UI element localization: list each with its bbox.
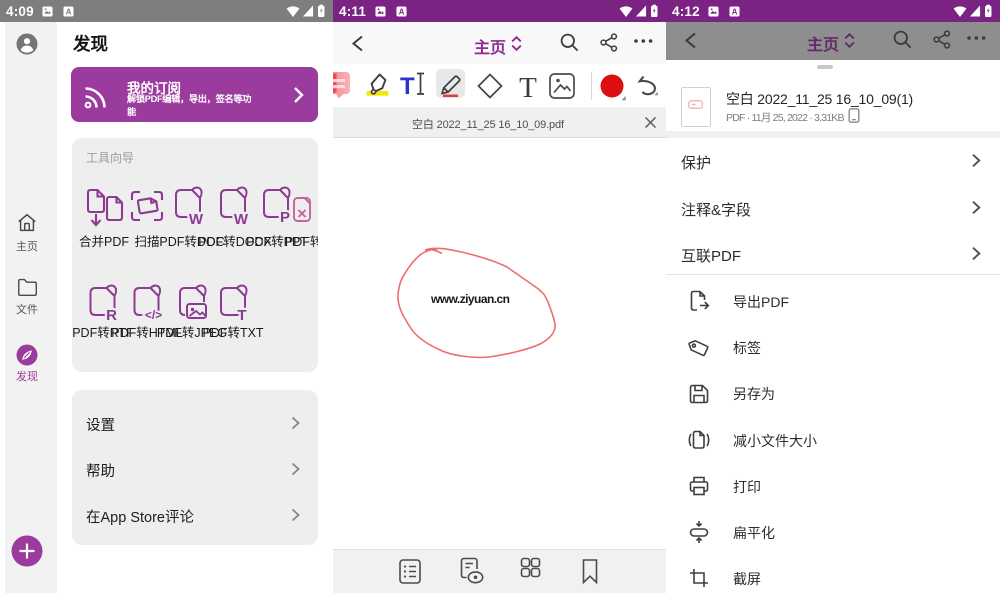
svg-text:扫描: 扫描: [134, 235, 159, 249]
svg-text:www.ziyuan.cn: www.ziyuan.cn: [430, 292, 510, 306]
svg-text:A: A: [399, 7, 405, 16]
svg-text:T: T: [519, 72, 537, 104]
svg-text:合并PDF: 合并PDF: [79, 234, 129, 249]
svg-text:T: T: [237, 307, 246, 324]
svg-text:W: W: [189, 211, 204, 228]
svg-text:</>: </>: [145, 308, 162, 322]
svg-text:A: A: [66, 7, 72, 16]
svg-text:PDF转PPTX: PDF转PPTX: [285, 234, 318, 249]
svg-text:P: P: [280, 209, 290, 226]
svg-text:R: R: [106, 307, 117, 324]
svg-text:W: W: [234, 211, 249, 228]
svg-text:A: A: [732, 7, 738, 16]
svg-text:T: T: [400, 73, 415, 100]
svg-text:PDF转TXT: PDF转TXT: [202, 325, 263, 340]
